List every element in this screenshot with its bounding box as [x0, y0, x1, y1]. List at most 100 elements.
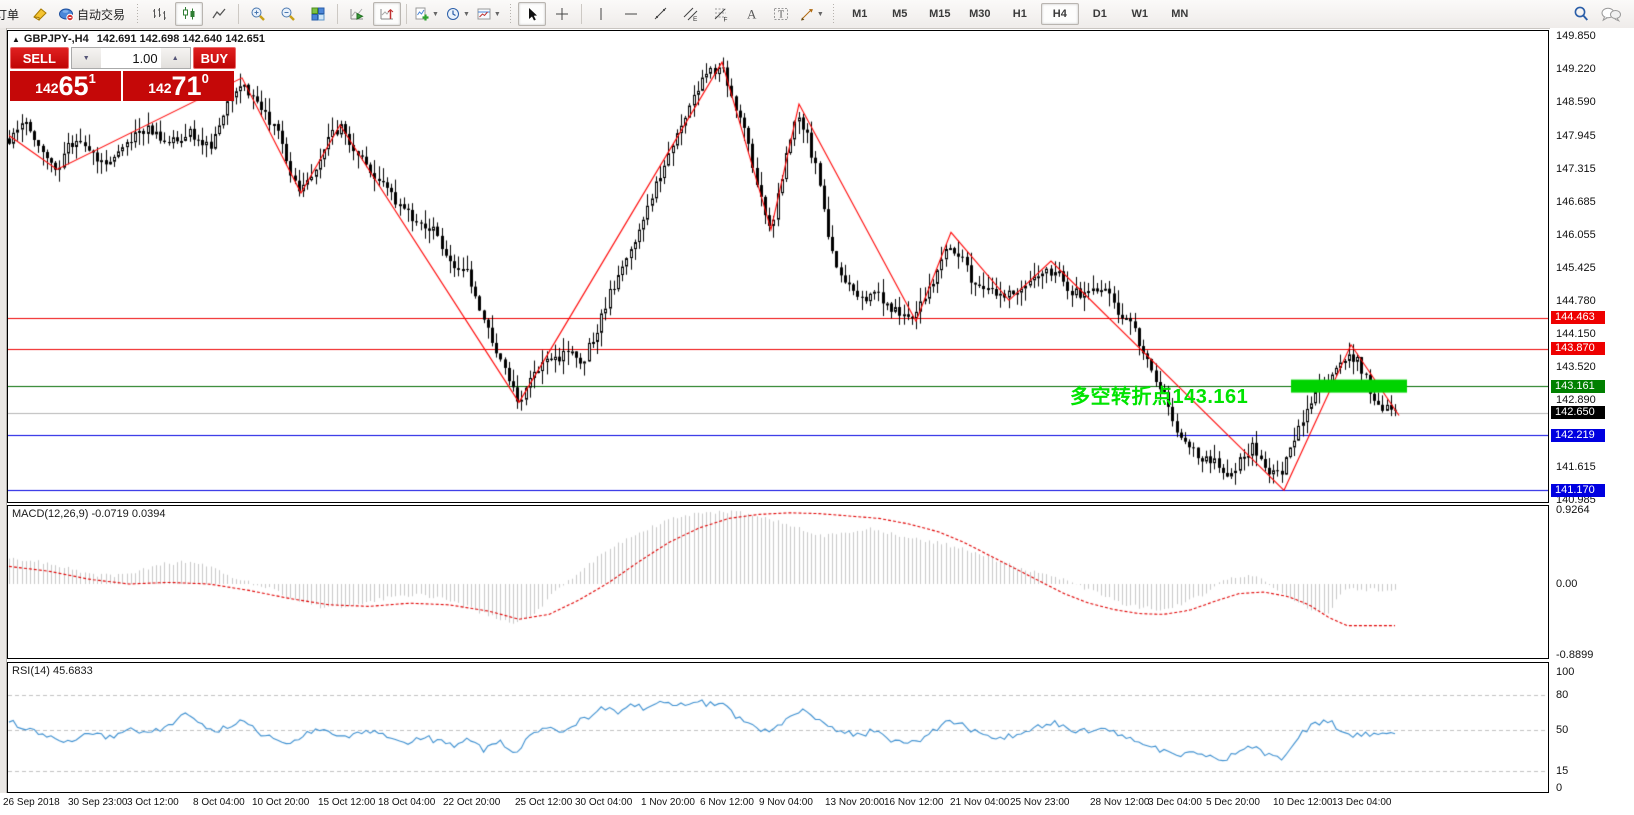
main-chart-canvas[interactable]	[8, 31, 1548, 502]
current-price-label: 142.650	[1551, 406, 1605, 419]
volume-increase-button[interactable]: ▲	[161, 48, 190, 68]
price-tick-label: 149.850	[1556, 30, 1596, 42]
indicators-list-button[interactable]: ▼	[412, 2, 441, 26]
toolbar-separator	[238, 4, 239, 24]
vertical-line-tool-button[interactable]	[587, 2, 615, 26]
crosshair-tool-button[interactable]	[548, 2, 576, 26]
time-tick-label: 25 Nov 23:00	[1010, 797, 1070, 808]
trend-reversal-annotation: 多空转折点143.161	[1070, 380, 1248, 409]
price-tick-label: 142.890	[1556, 394, 1596, 406]
zoom-out-icon	[280, 6, 296, 22]
cursor-icon	[524, 6, 540, 22]
auto-scroll-icon	[349, 6, 365, 22]
equidistant-channel-tool-button[interactable]: E	[677, 2, 705, 26]
buy-button[interactable]: BUY	[193, 47, 236, 69]
zoom-in-icon	[250, 6, 266, 22]
autotrade-icon	[58, 6, 74, 22]
zoom-in-button[interactable]	[244, 2, 272, 26]
periods-list-button[interactable]: ▼	[443, 2, 472, 26]
price-level-label: 143.870	[1551, 342, 1605, 355]
zoom-out-button[interactable]	[274, 2, 302, 26]
toolbar-drag-handle[interactable]	[508, 4, 513, 24]
toolbar-right-icons	[1566, 2, 1626, 26]
rsi-canvas[interactable]	[8, 663, 1548, 792]
chat-icon	[1600, 6, 1622, 23]
timeframe-group: M1M5M15M30H1H4D1W1MN	[840, 3, 1200, 25]
text-icon: A	[743, 6, 759, 22]
chart-shift-button[interactable]	[373, 2, 401, 26]
arrows-tool-button[interactable]: ▼	[797, 2, 826, 26]
community-chat-button[interactable]	[1597, 2, 1625, 26]
rsi-header: RSI(14) 45.6833	[12, 665, 93, 677]
price-tick-label: 147.945	[1556, 130, 1596, 142]
time-axis[interactable]: 26 Sep 201830 Sep 23:003 Oct 12:008 Oct …	[0, 793, 1634, 815]
sell-button[interactable]: SELL	[10, 47, 69, 69]
new-order-menu[interactable]: 订单	[0, 2, 24, 26]
buy-price-point: 0	[202, 72, 209, 85]
buy-price-base: 142	[148, 76, 171, 100]
price-level-label: 144.463	[1551, 311, 1605, 324]
rsi-scale-label: 80	[1556, 689, 1568, 701]
price-axis[interactable]: 149.850149.220148.590147.945147.315146.6…	[1550, 28, 1634, 793]
price-tick-label: 143.520	[1556, 361, 1596, 373]
chart-shift-icon	[379, 6, 395, 22]
svg-text:E: E	[693, 16, 698, 22]
volume-input[interactable]	[101, 48, 161, 68]
collapse-one-click-icon[interactable]: ▲	[12, 35, 20, 44]
line-chart-mode-button[interactable]	[205, 2, 233, 26]
timeframe-h1[interactable]: H1	[1001, 3, 1039, 25]
chart-header: ▲ GBPJPY-,H4 142.691 142.698 142.640 142…	[12, 33, 265, 45]
autotrade-toggle-label: 自动交易	[74, 6, 128, 23]
new-order-button[interactable]	[26, 2, 54, 26]
svg-text:A: A	[747, 7, 757, 22]
time-tick-label: 3 Dec 04:00	[1148, 797, 1202, 808]
search-icon	[1572, 5, 1590, 23]
sell-price-base: 142	[35, 76, 58, 100]
time-tick-label: 13 Nov 20:00	[825, 797, 885, 808]
text-label-icon: T	[773, 6, 789, 22]
time-tick-label: 3 Oct 12:00	[127, 797, 179, 808]
mt4-window: 订单自动交易▼▼▼EFAT▼M1M5M15M30H1H4D1W1MN ▲ GBP…	[0, 0, 1634, 815]
text-label-tool-button[interactable]: T	[767, 2, 795, 26]
price-tick-label: 145.425	[1556, 262, 1596, 274]
timeframe-m30[interactable]: M30	[961, 3, 999, 25]
volume-decrease-button[interactable]: ▼	[72, 48, 101, 68]
autotrade-toggle-button[interactable]: 自动交易	[56, 2, 130, 26]
timeframe-w1[interactable]: W1	[1121, 3, 1159, 25]
templates-list-button[interactable]: ▼	[474, 2, 503, 26]
text-tool-button[interactable]: A	[737, 2, 765, 26]
window-left-strip	[0, 28, 7, 815]
toolbar-separator	[406, 4, 407, 24]
toolbar-drag-handle[interactable]	[135, 4, 140, 24]
timeframe-h4[interactable]: H4	[1041, 3, 1079, 25]
auto-scroll-button[interactable]	[343, 2, 371, 26]
toolbar-drag-handle[interactable]	[831, 4, 836, 24]
one-click-trade-panel: SELL ▼ ▲ BUY 142651 142710	[10, 47, 236, 101]
bar-chart-mode-button[interactable]	[145, 2, 173, 26]
cursor-tool-button[interactable]	[518, 2, 546, 26]
timeframe-m1[interactable]: M1	[841, 3, 879, 25]
candlestick-mode-button[interactable]	[175, 2, 203, 26]
trendline-tool-button[interactable]	[647, 2, 675, 26]
buy-price-quote[interactable]: 142710	[123, 71, 234, 101]
horizontal-line-tool-button[interactable]	[617, 2, 645, 26]
price-tick-label: 141.615	[1556, 461, 1596, 473]
search-button[interactable]	[1567, 2, 1595, 26]
time-tick-label: 8 Oct 04:00	[193, 797, 245, 808]
sell-price-quote[interactable]: 142651	[10, 71, 121, 101]
fibonacci-tool-button[interactable]: F	[707, 2, 735, 26]
price-tick-label: 149.220	[1556, 63, 1596, 75]
tile-windows-button[interactable]	[304, 2, 332, 26]
price-level-label: 142.219	[1551, 429, 1605, 442]
timeframe-mn[interactable]: MN	[1161, 3, 1199, 25]
macd-panel: MACD(12,26,9) -0.0719 0.0394	[7, 505, 1549, 659]
rsi-scale-label: 50	[1556, 724, 1568, 736]
rsi-scale-label: 100	[1556, 666, 1574, 678]
timeframe-m5[interactable]: M5	[881, 3, 919, 25]
timeframe-d1[interactable]: D1	[1081, 3, 1119, 25]
macd-canvas[interactable]	[8, 506, 1548, 658]
macd-scale-label: 0.00	[1556, 578, 1577, 590]
time-tick-label: 1 Nov 20:00	[641, 797, 695, 808]
timeframe-m15[interactable]: M15	[921, 3, 959, 25]
time-tick-label: 28 Nov 12:00	[1090, 797, 1150, 808]
